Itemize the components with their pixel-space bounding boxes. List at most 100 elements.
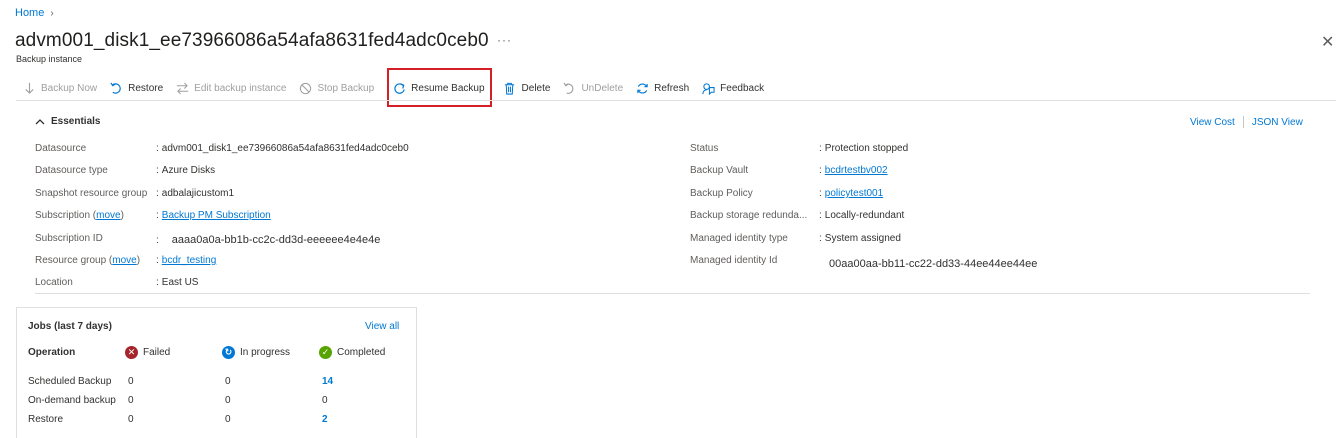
stop-backup-label: Stop Backup <box>317 82 375 94</box>
jobs-row-in-progress[interactable]: 0 <box>225 376 231 387</box>
snapshot-rg-value-text: adbalajicustom1 <box>161 188 235 199</box>
resource-group-value: : bcdr_testing <box>156 255 217 266</box>
page-subtitle: Backup instance <box>16 54 83 64</box>
swap-arrows-icon <box>175 81 189 95</box>
refresh-icon <box>635 81 649 95</box>
close-icon[interactable]: ✕ <box>1321 32 1334 52</box>
jobs-row-completed-link[interactable]: 14 <box>322 376 333 387</box>
subscription-link[interactable]: Backup PM Subscription <box>162 210 271 221</box>
edit-backup-instance-button[interactable]: Edit backup instance <box>169 77 292 99</box>
resource-group-link[interactable]: bcdr_testing <box>162 255 216 266</box>
json-view-link[interactable]: JSON View <box>1252 117 1303 128</box>
status-value: : Protection stopped <box>819 143 909 154</box>
jobs-header-operation: Operation <box>28 347 76 358</box>
backup-policy-value: : policytest001 <box>819 188 884 199</box>
managed-identity-type-value: : System assigned <box>819 233 901 244</box>
jobs-view-all-link[interactable]: View all <box>365 321 399 332</box>
breadcrumb-chevron-icon: › <box>50 7 54 19</box>
more-options-icon[interactable]: ··· <box>497 33 512 47</box>
jobs-header-in-progress: ↻ In progress <box>222 346 290 359</box>
jobs-row-in-progress[interactable]: 0 <box>225 414 231 425</box>
feedback-label: Feedback <box>720 82 765 94</box>
subscription-label-text: Subscription <box>35 210 91 221</box>
subscription-move-link[interactable]: move <box>96 210 120 221</box>
backup-policy-link[interactable]: policytest001 <box>825 188 883 199</box>
jobs-header-completed-label: Completed <box>337 347 386 358</box>
resource-group-label-text: Resource group <box>35 255 107 266</box>
snapshot-rg-label: Snapshot resource group <box>35 188 148 199</box>
backup-vault-value: : bcdrtestbv002 <box>819 165 888 176</box>
jobs-row-failed[interactable]: 0 <box>128 376 134 387</box>
delete-button[interactable]: Delete <box>497 77 557 99</box>
jobs-header-failed: ✕ Failed <box>125 346 170 359</box>
subscription-id-value: : aaaa0a0a-bb1b-cc2c-dd3d-eeeeee4e4e4e <box>156 234 381 246</box>
restore-label: Restore <box>128 82 164 94</box>
restore-button[interactable]: Restore <box>103 77 169 99</box>
view-cost-link[interactable]: View Cost <box>1190 117 1235 128</box>
managed-identity-type-value-text: System assigned <box>824 233 901 244</box>
location-value: : East US <box>156 277 199 288</box>
completed-icon: ✓ <box>319 346 332 359</box>
jobs-header-failed-label: Failed <box>143 347 171 358</box>
storage-redundancy-value: : Locally-redundant <box>819 210 905 221</box>
location-value-text: East US <box>161 277 199 288</box>
storage-redundancy-label: Backup storage redunda... <box>690 210 808 221</box>
feedback-button[interactable]: Feedback <box>695 77 770 99</box>
breadcrumb-home-link[interactable]: Home <box>15 7 44 19</box>
jobs-row-completed[interactable]: 0 <box>322 395 328 406</box>
subscription-label: Subscription (move) <box>35 210 124 221</box>
managed-identity-id-label: Managed identity Id <box>690 255 778 266</box>
storage-redundancy-value-text: Locally-redundant <box>824 210 905 221</box>
datasource-value: : advm001_disk1_ee73966086a54afa8631fed4a… <box>156 143 409 154</box>
backup-policy-label: Backup Policy <box>690 188 753 199</box>
undelete-button[interactable]: UnDelete <box>556 77 629 99</box>
jobs-row-operation: Scheduled Backup <box>28 376 112 387</box>
refresh-button[interactable]: Refresh <box>629 77 695 99</box>
managed-identity-id-value: 00aa00aa-bb11-cc22-dd33-44ee44ee44ee <box>829 258 1038 270</box>
jobs-header-in-progress-label: In progress <box>240 347 291 358</box>
essentials-heading: Essentials <box>51 116 101 127</box>
resource-group-label: Resource group (move) <box>35 255 141 266</box>
jobs-row-completed-link[interactable]: 2 <box>322 414 328 425</box>
stop-icon <box>298 81 312 95</box>
datasource-type-value: : Azure Disks <box>156 165 216 176</box>
resource-group-move-link[interactable]: move <box>112 255 136 266</box>
resume-backup-highlight-box <box>387 68 492 107</box>
breadcrumb: Home › <box>15 7 54 19</box>
backup-now-button[interactable]: Backup Now <box>16 77 103 99</box>
toolbar-divider <box>16 100 1336 101</box>
refresh-label: Refresh <box>654 82 690 94</box>
stop-backup-button[interactable]: Stop Backup <box>292 77 380 99</box>
essentials-toggle[interactable]: Essentials <box>35 116 100 127</box>
datasource-label: Datasource <box>35 143 87 154</box>
backup-now-label: Backup Now <box>41 82 98 94</box>
datasource-type-label: Datasource type <box>35 165 108 176</box>
undelete-label: UnDelete <box>581 82 624 94</box>
jobs-row-operation: On-demand backup <box>28 395 116 406</box>
restore-icon <box>109 81 123 95</box>
subscription-id-label: Subscription ID <box>35 233 103 244</box>
delete-label: Delete <box>521 82 551 94</box>
page-title: advm001_disk1_ee73966086a54afa8631fed4ad… <box>15 30 489 51</box>
jobs-header-completed: ✓ Completed <box>319 346 385 359</box>
arrow-down-icon <box>22 81 36 95</box>
link-separator <box>1242 116 1244 128</box>
datasource-type-value-text: Azure Disks <box>161 165 216 176</box>
subscription-id-value-text: aaaa0a0a-bb1b-cc2c-dd3d-eeeeee4e4e4e <box>171 234 381 246</box>
status-label: Status <box>690 143 719 154</box>
subscription-value: : Backup PM Subscription <box>156 210 271 221</box>
in-progress-icon: ↻ <box>222 346 235 359</box>
feedback-icon <box>701 81 715 95</box>
datasource-value-text: advm001_disk1_ee73966086a54afa8631fed4ad… <box>161 143 409 154</box>
location-label: Location <box>35 277 73 288</box>
trash-icon <box>503 81 517 95</box>
jobs-title: Jobs (last 7 days) <box>28 321 112 332</box>
backup-vault-link[interactable]: bcdrtestbv002 <box>825 165 888 176</box>
edit-backup-instance-label: Edit backup instance <box>194 82 287 94</box>
jobs-row-failed[interactable]: 0 <box>128 395 134 406</box>
jobs-row-in-progress[interactable]: 0 <box>225 395 231 406</box>
failed-icon: ✕ <box>125 346 138 359</box>
snapshot-rg-value: : adbalajicustom1 <box>156 188 235 199</box>
managed-identity-type-label: Managed identity type <box>690 233 788 244</box>
jobs-row-failed[interactable]: 0 <box>128 414 134 425</box>
